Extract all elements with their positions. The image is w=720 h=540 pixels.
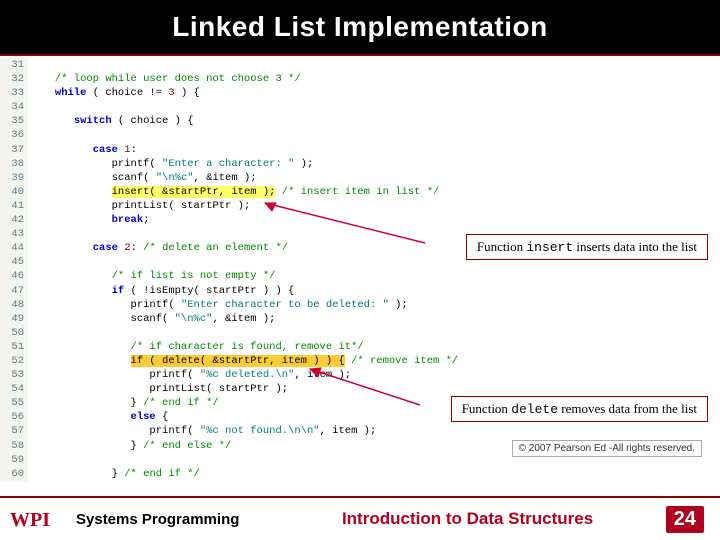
code-content: case 2: /* delete an element */ xyxy=(28,241,288,255)
code-content: } /* end else */ xyxy=(28,439,231,453)
line-number: 45 xyxy=(0,255,28,269)
callout-text: inserts data into the list xyxy=(573,239,697,254)
code-content: } /* end if */ xyxy=(28,396,219,410)
code-line: 36 xyxy=(0,128,720,142)
line-number: 55 xyxy=(0,396,28,410)
line-number: 56 xyxy=(0,410,28,424)
code-content: /* if list is not empty */ xyxy=(28,269,275,283)
code-line: 37 case 1: xyxy=(0,143,720,157)
code-content: /* if character is found, remove it*/ xyxy=(28,340,364,354)
code-line: 34 xyxy=(0,100,720,114)
code-line: 31 xyxy=(0,58,720,72)
line-number: 42 xyxy=(0,213,28,227)
line-number: 51 xyxy=(0,340,28,354)
line-number: 37 xyxy=(0,143,28,157)
code-line: 35 switch ( choice ) { xyxy=(0,114,720,128)
code-content: printList( startPtr ); xyxy=(28,199,250,213)
code-line: 46 /* if list is not empty */ xyxy=(0,269,720,283)
copyright-notice: © 2007 Pearson Ed -All rights reserved. xyxy=(512,440,702,457)
line-number: 34 xyxy=(0,100,28,114)
code-content: /* loop while user does not choose 3 */ xyxy=(28,72,301,86)
code-line: 50 xyxy=(0,326,720,340)
line-number: 46 xyxy=(0,269,28,283)
code-content: case 1: xyxy=(28,143,137,157)
code-line: 39 scanf( "\n%c", &item ); xyxy=(0,171,720,185)
callout-code: insert xyxy=(526,240,573,255)
code-line: 51 /* if character is found, remove it*/ xyxy=(0,340,720,354)
page-number: 24 xyxy=(666,506,704,533)
line-number: 49 xyxy=(0,312,28,326)
code-line: 38 printf( "Enter a character: " ); xyxy=(0,157,720,171)
footer: WPI Systems Programming Introduction to … xyxy=(0,496,720,540)
line-number: 58 xyxy=(0,439,28,453)
callout-insert: Function insert inserts data into the li… xyxy=(466,234,708,260)
callout-text: Function xyxy=(462,401,511,416)
callout-delete: Function delete removes data from the li… xyxy=(451,396,708,422)
callout-text: Function xyxy=(477,239,526,254)
line-number: 39 xyxy=(0,171,28,185)
code-content: insert( &startPtr, item ); /* insert ite… xyxy=(28,185,439,199)
line-number: 31 xyxy=(0,58,28,72)
callout-text: removes data from the list xyxy=(558,401,697,416)
code-content: printList( startPtr ); xyxy=(28,382,288,396)
code-area: Function insert inserts data into the li… xyxy=(0,56,720,494)
line-number: 33 xyxy=(0,86,28,100)
line-number: 32 xyxy=(0,72,28,86)
line-number: 41 xyxy=(0,199,28,213)
code-line: 60 } /* end if */ xyxy=(0,467,720,481)
code-content: printf( "%c not found.\n\n", item ); xyxy=(28,424,376,438)
code-line: 32 /* loop while user does not choose 3 … xyxy=(0,72,720,86)
code-line: 49 scanf( "\n%c", &item ); xyxy=(0,312,720,326)
code-content: while ( choice != 3 ) { xyxy=(28,86,200,100)
line-number: 48 xyxy=(0,298,28,312)
code-content: if ( !isEmpty( startPtr ) ) { xyxy=(28,284,294,298)
line-number: 59 xyxy=(0,453,28,467)
line-number: 35 xyxy=(0,114,28,128)
code-line: 40 insert( &startPtr, item ); /* insert … xyxy=(0,185,720,199)
code-content: break; xyxy=(28,213,149,227)
arrow-insert xyxy=(260,198,430,248)
line-number: 36 xyxy=(0,128,28,142)
svg-text:WPI: WPI xyxy=(10,509,50,531)
code-line: 48 printf( "Enter character to be delete… xyxy=(0,298,720,312)
line-number: 53 xyxy=(0,368,28,382)
code-content: printf( "%c deleted.\n", item ); xyxy=(28,368,351,382)
title-bar: Linked List Implementation xyxy=(0,0,720,56)
code-line: 57 printf( "%c not found.\n\n", item ); xyxy=(0,424,720,438)
code-line: 33 while ( choice != 3 ) { xyxy=(0,86,720,100)
line-number: 47 xyxy=(0,284,28,298)
line-number: 50 xyxy=(0,326,28,340)
line-number: 52 xyxy=(0,354,28,368)
code-content: scanf( "\n%c", &item ); xyxy=(28,171,257,185)
footer-left: Systems Programming xyxy=(76,511,239,528)
line-number: 54 xyxy=(0,382,28,396)
code-content: switch ( choice ) { xyxy=(28,114,194,128)
line-number: 40 xyxy=(0,185,28,199)
callout-code: delete xyxy=(511,402,558,417)
line-number: 44 xyxy=(0,241,28,255)
line-number: 60 xyxy=(0,467,28,481)
code-content: printf( "Enter a character: " ); xyxy=(28,157,313,171)
line-number: 57 xyxy=(0,424,28,438)
footer-center: Introduction to Data Structures xyxy=(239,509,665,529)
page-title: Linked List Implementation xyxy=(172,11,547,43)
line-number: 38 xyxy=(0,157,28,171)
code-line: 47 if ( !isEmpty( startPtr ) ) { xyxy=(0,284,720,298)
code-content: } /* end if */ xyxy=(28,467,200,481)
code-content: else { xyxy=(28,410,168,424)
arrow-delete xyxy=(305,364,425,410)
code-content: printf( "Enter character to be deleted: … xyxy=(28,298,408,312)
code-content: scanf( "\n%c", &item ); xyxy=(28,312,275,326)
wpi-logo: WPI xyxy=(8,505,64,533)
line-number: 43 xyxy=(0,227,28,241)
